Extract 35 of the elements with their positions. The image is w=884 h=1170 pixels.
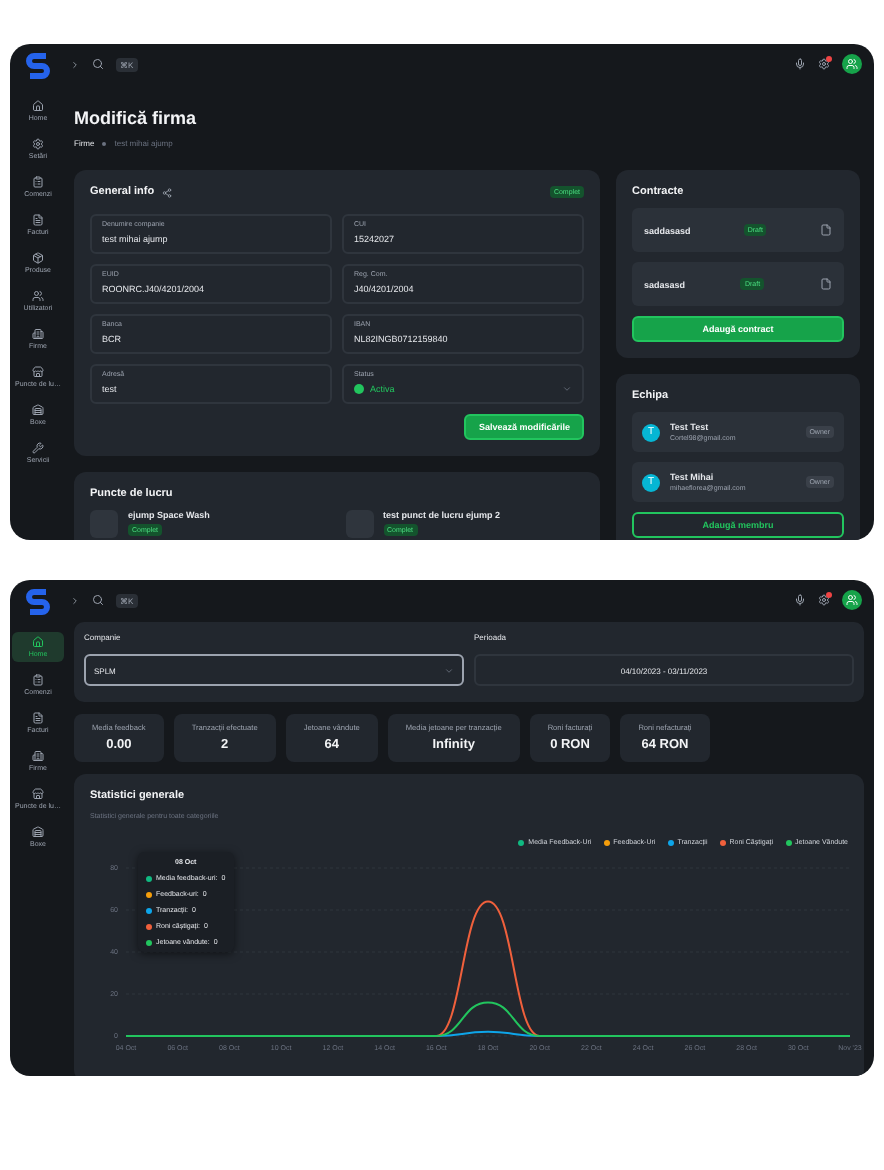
box-icon <box>32 252 44 264</box>
notification-gear-icon[interactable] <box>818 58 830 70</box>
building-icon <box>32 328 44 340</box>
file-icon[interactable] <box>819 278 832 290</box>
house-icon <box>32 636 44 648</box>
clipboard-icon <box>32 674 44 686</box>
building-icon <box>32 750 44 762</box>
store-icon <box>32 366 44 378</box>
wrench-icon <box>32 442 44 454</box>
search-icon[interactable] <box>92 594 104 606</box>
document-icon <box>32 214 44 226</box>
store-icon <box>32 788 44 800</box>
thumbnail-placeholder <box>90 510 118 538</box>
search-icon[interactable] <box>92 58 104 70</box>
warehouse-icon <box>32 826 44 838</box>
house-icon <box>32 100 44 112</box>
logo-icon[interactable] <box>26 588 50 616</box>
document-icon <box>32 712 44 724</box>
microphone-icon[interactable] <box>794 594 806 606</box>
people-icon <box>32 290 44 302</box>
notification-gear-icon[interactable] <box>818 594 830 606</box>
file-icon[interactable] <box>819 224 832 236</box>
separator-dot <box>102 141 107 145</box>
gear-icon <box>32 138 44 150</box>
user-avatar-icon[interactable] <box>842 590 862 610</box>
thumbnail-placeholder <box>345 510 373 538</box>
chevron-icon[interactable] <box>70 59 80 69</box>
logo-icon[interactable] <box>26 52 50 80</box>
page-title: Modifică firma <box>74 108 199 128</box>
user-avatar-icon[interactable] <box>842 54 862 74</box>
microphone-icon[interactable] <box>794 58 806 70</box>
warehouse-icon <box>32 404 44 416</box>
chevron-icon[interactable] <box>70 595 80 605</box>
share-icon[interactable] <box>162 187 173 197</box>
clipboard-icon <box>32 176 44 188</box>
